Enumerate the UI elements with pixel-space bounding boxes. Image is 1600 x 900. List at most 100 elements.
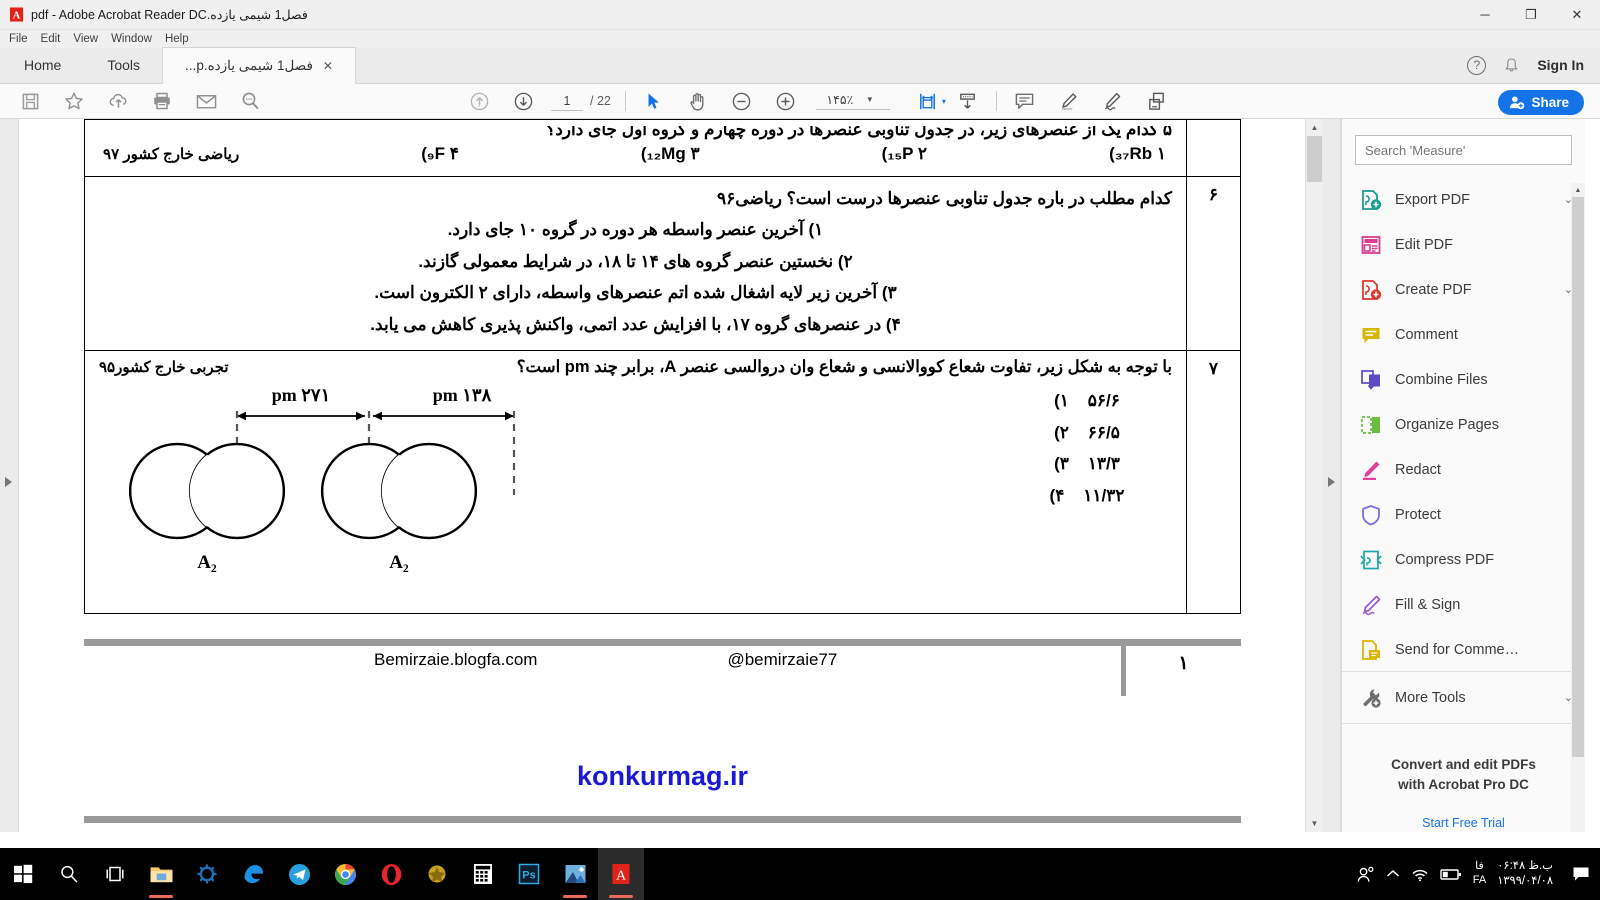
scroll-up-icon[interactable]: ▲: [1306, 119, 1323, 136]
print-icon[interactable]: [140, 84, 184, 119]
chrome-browser-button[interactable]: [322, 848, 368, 900]
tool-label: Send for Comme…: [1395, 641, 1520, 658]
tool-create-pdf[interactable]: Create PDF ⌄: [1342, 267, 1585, 312]
comment-icon: [1360, 324, 1382, 346]
tool-label: Compress PDF: [1395, 551, 1495, 568]
page-number-input[interactable]: [551, 91, 583, 111]
help-icon[interactable]: ?: [1467, 55, 1487, 75]
tool-edit-pdf[interactable]: Edit PDF: [1342, 222, 1585, 267]
search-button[interactable]: [46, 848, 92, 900]
highlight-icon[interactable]: [1047, 84, 1091, 119]
tool-fill-sign[interactable]: Fill & Sign: [1342, 582, 1585, 627]
close-icon[interactable]: ✕: [323, 59, 333, 73]
search-input[interactable]: [1355, 135, 1572, 165]
share-button[interactable]: Share: [1498, 90, 1584, 115]
collapse-right-panel-icon[interactable]: [1328, 477, 1335, 487]
taskbar-indicator: [563, 895, 587, 898]
language-indicator[interactable]: فا FA: [1473, 860, 1486, 888]
save-icon[interactable]: [8, 84, 52, 119]
sign-in-button[interactable]: Sign In: [1537, 57, 1584, 73]
gear-app-button[interactable]: [184, 848, 230, 900]
maximize-button[interactable]: ❐: [1508, 0, 1554, 30]
right-navigation-rail[interactable]: [1322, 119, 1341, 832]
footer-page-number: ۱: [1178, 653, 1189, 674]
people-icon[interactable]: [1356, 865, 1375, 884]
scroll-mode-icon[interactable]: [946, 84, 990, 119]
bell-icon[interactable]: [1504, 57, 1519, 74]
tool-comment[interactable]: Comment: [1342, 312, 1585, 357]
tool-combine-files[interactable]: Combine Files: [1342, 357, 1585, 402]
footer-divider: [1121, 646, 1126, 696]
opera-browser-button[interactable]: [368, 848, 414, 900]
game-app-button[interactable]: [414, 848, 460, 900]
menu-window[interactable]: Window: [111, 33, 152, 45]
tool-label: More Tools: [1395, 689, 1466, 706]
menu-edit[interactable]: Edit: [41, 33, 61, 45]
calculator-app-button[interactable]: [460, 848, 506, 900]
promo-line-1: Convert and edit PDFs: [1391, 757, 1536, 772]
tool-send-for-comments[interactable]: Send for Comme…: [1342, 627, 1585, 672]
chevron-down-icon: ▼: [865, 95, 874, 104]
file-explorer-button[interactable]: [138, 848, 184, 900]
hand-tool-icon[interactable]: [676, 84, 720, 119]
search-icon[interactable]: [228, 84, 272, 119]
row-body-cell: ۵ کدام یک از عنصرهای زیر، در جدول تناوبی…: [84, 119, 1187, 177]
menu-help[interactable]: Help: [165, 33, 189, 45]
select-tool-icon[interactable]: [632, 84, 676, 119]
minimize-button[interactable]: ─: [1462, 0, 1508, 30]
scrollbar-thumb[interactable]: [1307, 136, 1322, 182]
tool-compress-pdf[interactable]: Compress PDF: [1342, 537, 1585, 582]
option-1: ۵۶/۶ ۱): [1054, 391, 1120, 411]
action-center-icon[interactable]: [1568, 866, 1594, 882]
document-view[interactable]: ۵ کدام یک از عنصرهای زیر، در جدول تناوبی…: [19, 119, 1305, 832]
start-free-trial-link[interactable]: Start Free Trial: [1356, 816, 1571, 830]
start-button[interactable]: [0, 848, 46, 900]
chevron-up-icon[interactable]: [1386, 869, 1400, 879]
tab-tools[interactable]: Tools: [85, 47, 162, 83]
cloud-upload-icon[interactable]: [96, 84, 140, 119]
panel-scrollbar[interactable]: ▲: [1571, 183, 1585, 832]
tool-more-tools[interactable]: More Tools ⌄: [1342, 675, 1585, 720]
tool-organize-pages[interactable]: Organize Pages: [1342, 402, 1585, 447]
option-2: ₁₅P ۲): [881, 144, 928, 163]
telegram-app-button[interactable]: [276, 848, 322, 900]
task-view-button[interactable]: [92, 848, 138, 900]
photoshop-app-button[interactable]: Ps: [506, 848, 552, 900]
promo-line-2: with Acrobat Pro DC: [1398, 776, 1529, 792]
panel-scroll-up-icon[interactable]: ▲: [1571, 183, 1585, 197]
option-1: ₃₇Rb ۱): [1109, 144, 1166, 163]
comment-icon[interactable]: [1003, 84, 1047, 119]
close-button[interactable]: ✕: [1554, 0, 1600, 30]
tool-protect[interactable]: Protect: [1342, 492, 1585, 537]
left-navigation-rail[interactable]: [0, 119, 19, 832]
edge-browser-button[interactable]: [230, 848, 276, 900]
zoom-level-select[interactable]: ۱۴۵٪ ▼: [815, 92, 890, 110]
panel-scrollbar-thumb[interactable]: [1572, 197, 1584, 757]
menu-file[interactable]: File: [9, 33, 28, 45]
document-scrollbar[interactable]: ▲ ▼: [1305, 119, 1323, 832]
scroll-down-icon[interactable]: ▼: [1306, 815, 1323, 832]
tab-document[interactable]: فصل1 شیمی یازده.p... ✕: [162, 47, 356, 84]
sign-icon[interactable]: [1091, 84, 1135, 119]
battery-icon[interactable]: [1440, 868, 1462, 881]
acrobat-app-button[interactable]: A: [598, 848, 644, 900]
table-row: ۷ با توجه به شکل زیر، تفاوت شعاع کووالان…: [84, 350, 1241, 615]
expand-left-panel-icon[interactable]: [5, 477, 12, 487]
zoom-out-button[interactable]: [720, 84, 764, 119]
star-icon[interactable]: [52, 84, 96, 119]
stamp-icon[interactable]: [1135, 84, 1179, 119]
next-page-button[interactable]: [501, 84, 545, 119]
tool-export-pdf[interactable]: Export PDF ⌄: [1342, 177, 1585, 222]
menu-view[interactable]: View: [73, 33, 98, 45]
table-row: ۶ کدام مطلب در باره جدول تناوبی عنصرها د…: [84, 175, 1241, 352]
previous-page-button[interactable]: [457, 84, 501, 119]
footer-site-link: Bemirzaie.blogfa.com: [374, 650, 538, 669]
wifi-icon[interactable]: [1411, 866, 1429, 882]
zoom-in-button[interactable]: [764, 84, 808, 119]
tool-redact[interactable]: Redact: [1342, 447, 1585, 492]
email-icon[interactable]: [184, 84, 228, 119]
tab-home[interactable]: Home: [0, 47, 85, 83]
clipped-question-text: ۵ کدام یک از عنصرهای زیر، در جدول تناوبی…: [546, 126, 1172, 139]
photos-app-button[interactable]: [552, 848, 598, 900]
clock[interactable]: ۰۶:۴۸ ب.ظ ۱۳۹۹/۰۴/۰۸: [1497, 859, 1557, 889]
